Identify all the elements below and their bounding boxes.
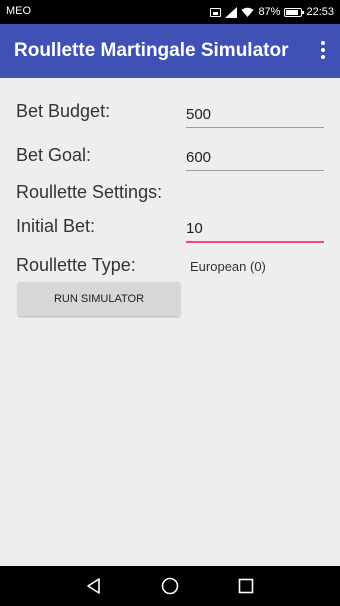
clock: 22:53 xyxy=(306,6,334,18)
image-icon xyxy=(210,7,222,17)
bet-goal-field[interactable]: 600 xyxy=(186,149,324,171)
bet-budget-field[interactable]: 500 xyxy=(186,106,324,128)
initial-bet-field[interactable]: 10 xyxy=(186,220,324,243)
home-icon[interactable] xyxy=(160,576,180,596)
signal-icon xyxy=(225,6,238,18)
back-icon[interactable] xyxy=(84,576,104,596)
overflow-menu-icon[interactable] xyxy=(320,41,326,61)
roullette-type-select[interactable]: European (0) xyxy=(190,259,266,274)
bet-goal-label: Bet Goal: xyxy=(16,145,92,165)
wifi-icon xyxy=(241,7,254,17)
app-title: Roullette Martingale Simulator xyxy=(14,40,289,61)
app-bar: Roullette Martingale Simulator xyxy=(0,24,340,78)
initial-bet-label: Initial Bet: xyxy=(16,216,96,236)
status-icons: 87% 22:53 xyxy=(210,3,334,21)
app-screen: MEO 87% 22:53 Roullette Martingale Simul… xyxy=(0,0,340,606)
status-bar: MEO 87% 22:53 xyxy=(0,0,340,24)
recents-icon[interactable] xyxy=(236,576,256,596)
carrier-label: MEO xyxy=(6,5,32,17)
bet-budget-label: Bet Budget: xyxy=(16,101,111,121)
roullette-type-label: Roullette Type: xyxy=(16,255,136,275)
battery-percent: 87% xyxy=(258,6,281,18)
navigation-bar xyxy=(0,566,340,606)
run-simulator-button[interactable]: RUN SIMULATOR xyxy=(18,282,180,316)
battery-icon xyxy=(284,7,305,17)
settings-heading: Roullette Settings: xyxy=(16,182,163,202)
